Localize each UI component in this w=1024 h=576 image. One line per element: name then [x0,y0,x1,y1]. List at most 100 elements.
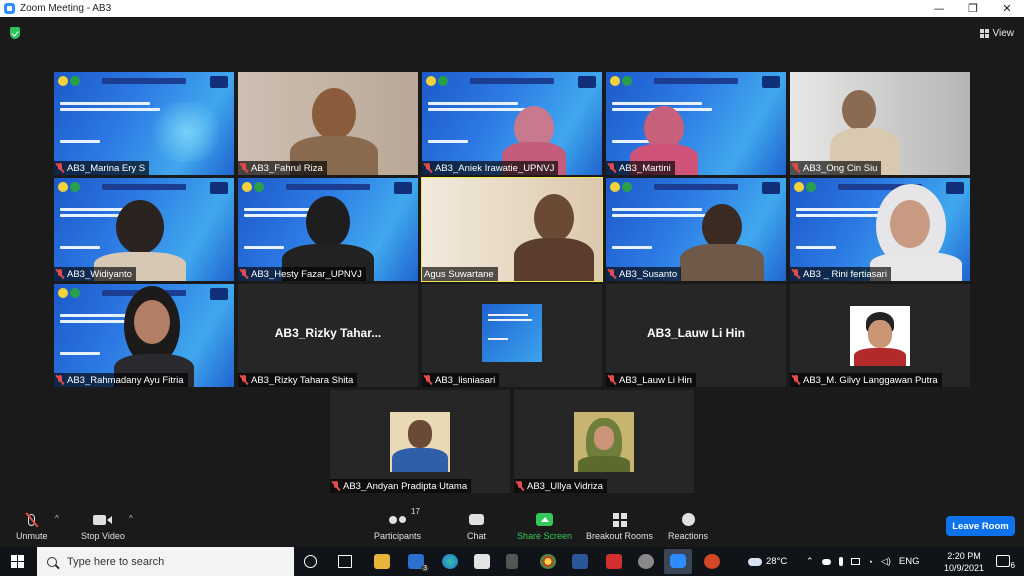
powerpoint-icon[interactable] [704,554,720,569]
mic-muted-icon [240,163,248,173]
mic-muted-icon [240,375,248,385]
video-tile[interactable]: AB3_Widiyanto [54,178,234,281]
minimize-button[interactable]: — [922,0,956,17]
mic-muted-icon [792,375,800,385]
view-label: View [992,27,1015,39]
unmute-button[interactable]: Unmute [16,511,48,541]
mic-muted-icon [332,481,340,491]
participant-name: AB3_Aniek Irawatie_UPNVJ [422,161,559,175]
word-icon[interactable] [572,554,588,569]
profile-picture [482,304,542,362]
audio-options-caret[interactable]: ^ [55,514,59,523]
chevron-up-icon[interactable]: ⌃ [806,556,814,567]
video-tile[interactable]: AB3_Ong Cin Siu [790,72,970,175]
video-tile[interactable]: AB3_Ullya Vidriza [514,390,694,493]
mic-muted-icon [56,269,64,279]
search-icon [47,556,57,567]
mic-muted-icon [792,163,800,173]
cloud-icon [748,557,762,566]
participant-name: AB3_Marina Ery S [54,161,150,175]
participant-name: AB3_Lauw Li Hin [606,373,696,387]
zoom-taskbar-button[interactable] [664,549,692,574]
leave-room-button[interactable]: Leave Room [946,516,1015,536]
participant-name: AB3_Widiyanto [54,267,136,281]
app-icon[interactable] [506,554,518,569]
video-tile[interactable]: AB3_Aniek Irawatie_UPNVJ [422,72,602,175]
chat-button[interactable]: Chat [467,511,486,541]
video-tile[interactable]: AB3_Martini [606,72,786,175]
zoom-window: Zoom Meeting - AB3 — ❐ ✕ View AB3_Marina… [0,0,1024,576]
onedrive-icon[interactable] [821,558,831,565]
video-tile[interactable]: AB3_lisniasari [422,284,602,387]
reactions-button[interactable]: Reactions [668,511,708,541]
video-tile[interactable]: AB3_Andyan Pradipta Utama [330,390,510,493]
system-tray: ⌃ ◔ ◁) ENG [806,547,920,576]
participant-name: AB3_Susanto [606,267,682,281]
active-speaker-tile[interactable]: Agus Suwartane [421,177,603,282]
stop-video-button[interactable]: Stop Video [81,511,125,541]
video-tile[interactable]: AB3_M. Gilvy Langgawan Putra [790,284,970,387]
volume-icon[interactable]: ◁) [881,556,891,567]
share-screen-button[interactable]: Share Screen [517,511,572,541]
participants-button[interactable]: 17 Participants [374,507,421,541]
participant-name: AB3_Ullya Vidriza [514,479,607,493]
video-tile[interactable]: AB3_Fahrul Riza [238,72,418,175]
title-bar: Zoom Meeting - AB3 — ❐ ✕ [0,0,1024,17]
notification-icon[interactable] [996,555,1010,567]
microphone-icon[interactable] [838,557,843,566]
video-tile[interactable]: AB3_Lauw Li Hin AB3_Lauw Li Hin [606,284,786,387]
breakout-rooms-icon [612,511,627,528]
mic-muted-icon [424,375,432,385]
mic-muted-icon [516,481,524,491]
participant-name: AB3_Rahmadany Ayu Fitria [54,373,188,387]
mic-muted-icon [608,375,616,385]
acrobat-icon[interactable] [606,554,622,569]
mail-badge: 3 [421,565,429,572]
participant-name: AB3_Martini [606,161,675,175]
security-shield-icon[interactable] [10,27,20,39]
breakout-rooms-button[interactable]: Breakout Rooms [586,511,653,541]
participant-name: AB3_Andyan Pradipta Utama [330,479,472,493]
participants-icon: 17 [389,507,420,528]
participant-name: AB3_Ong Cin Siu [790,161,882,175]
participant-name: AB3_M. Gilvy Langgawan Putra [790,373,942,387]
video-options-caret[interactable]: ^ [129,514,133,523]
video-tile[interactable]: AB3_Susanto [606,178,786,281]
video-tile[interactable]: AB3_Rizky Tahar... AB3_Rizky Tahara Shit… [238,284,418,387]
app-icon[interactable] [638,554,654,569]
taskbar-search[interactable]: Type here to search [37,547,294,576]
chrome-icon[interactable] [540,554,556,569]
notification-count: 6 [1009,561,1016,570]
mail-icon[interactable]: 3 [408,554,429,572]
video-tile[interactable]: AB3_Rahmadany Ayu Fitria [54,284,234,387]
cortana-icon[interactable] [304,555,317,568]
edge-browser-icon[interactable] [442,554,458,569]
video-tile[interactable]: AB3_Marina Ery S [54,72,234,175]
mic-muted-icon [56,375,64,385]
close-button[interactable]: ✕ [990,0,1024,17]
view-button[interactable]: View [979,25,1015,41]
weather-widget[interactable]: 28°C [748,547,787,576]
wifi-icon[interactable]: ◔ [868,557,873,567]
maximize-button[interactable]: ❐ [956,0,990,17]
windows-start-icon[interactable] [11,555,24,568]
clock[interactable]: 2:20 PM 10/9/2021 [944,550,984,574]
video-tile[interactable]: AB3_Hesty Fazar_UPNVJ [238,178,418,281]
video-tile[interactable]: AB3 _ Rini fertiasari [790,178,970,281]
participant-display-name: AB3_Lauw Li Hin [646,326,745,340]
chat-bubble-icon [469,511,484,528]
participant-name: AB3 _ Rini fertiasari [790,267,891,281]
participant-name: AB3_Rizky Tahara Shita [238,373,358,387]
video-camera-icon [93,511,113,528]
profile-picture [574,412,634,472]
battery-icon[interactable] [850,558,860,565]
mic-muted-icon [608,163,616,173]
mic-muted-icon [792,269,800,279]
store-icon[interactable] [474,554,490,569]
task-view-icon[interactable] [338,555,352,568]
input-language[interactable]: ENG [899,556,920,567]
window-title: Zoom Meeting - AB3 [20,3,112,14]
file-explorer-icon[interactable] [374,554,390,569]
smiley-icon [681,511,695,528]
participants-count: 17 [411,507,420,516]
